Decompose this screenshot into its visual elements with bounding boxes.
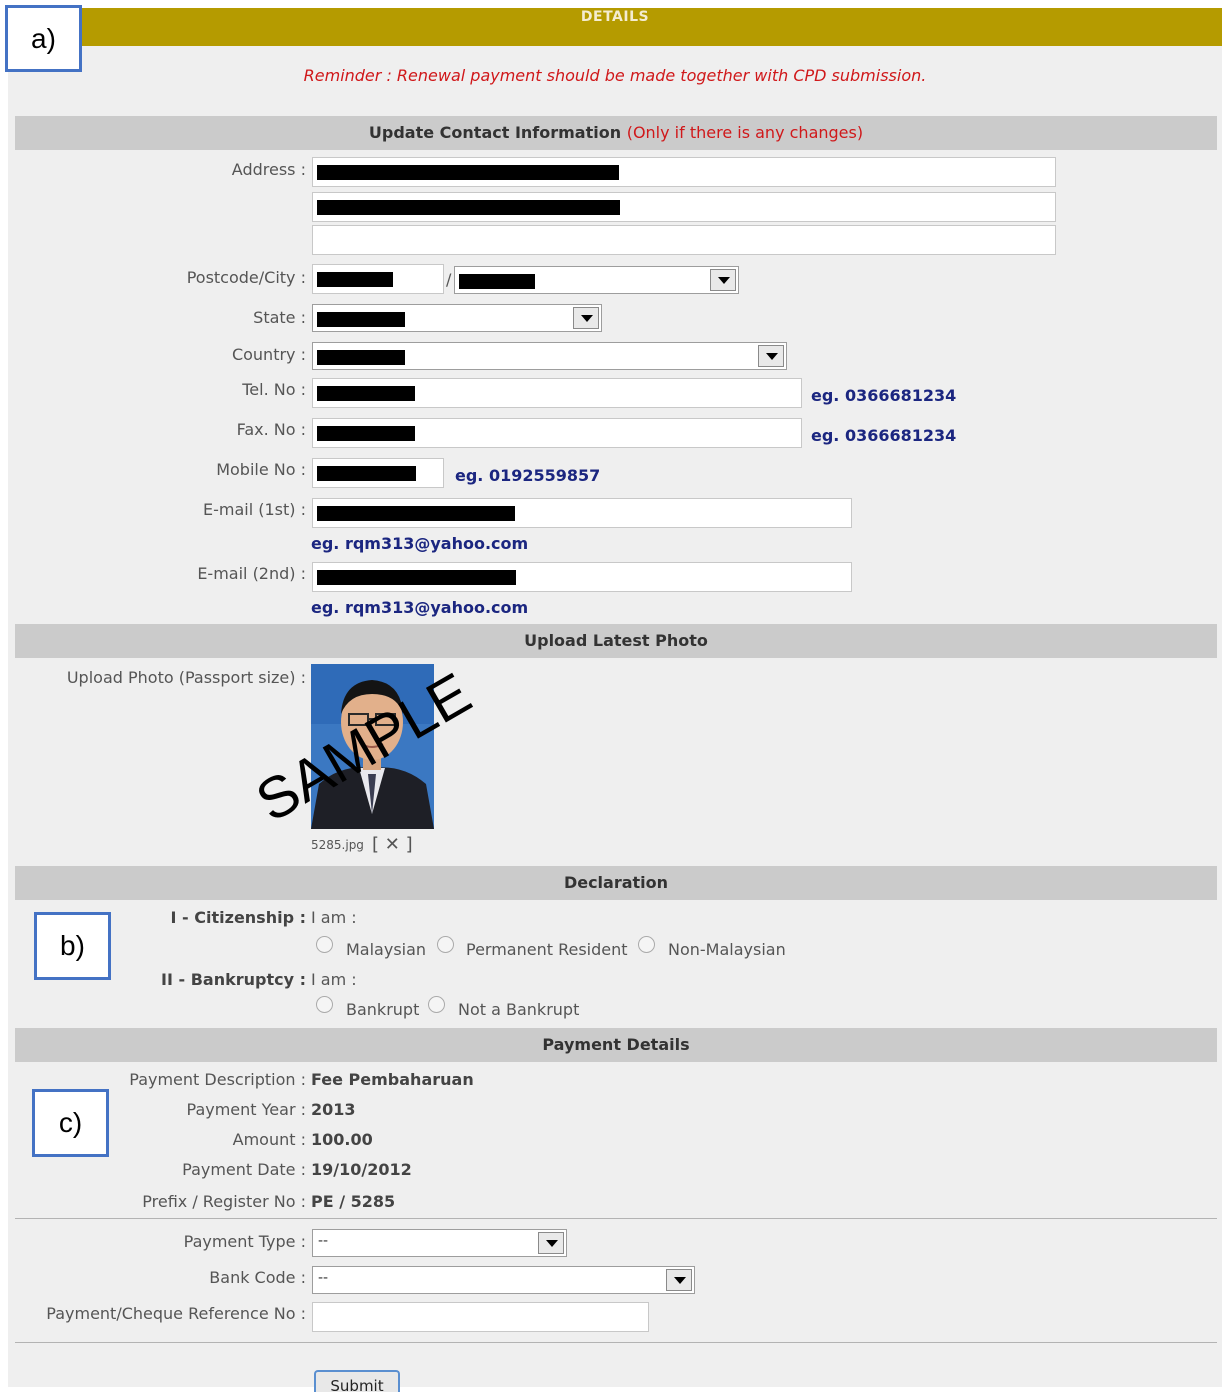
fax-label: Fax. No :	[236, 420, 306, 439]
bankrupt-radio[interactable]	[316, 996, 333, 1013]
divider	[15, 1218, 1217, 1219]
postcode-city-label: Postcode/City :	[186, 268, 306, 287]
section-photo-header: Upload Latest Photo	[15, 624, 1217, 658]
bank-code-label: Bank Code :	[209, 1268, 306, 1287]
citizenship-malaysian-radio[interactable]	[316, 936, 333, 953]
address-line-3-input[interactable]	[312, 225, 1056, 255]
section-declaration-title: Declaration	[563, 873, 669, 892]
bankruptcy-label: II - Bankruptcy :	[161, 970, 306, 989]
address-line-2-input[interactable]	[312, 192, 1056, 222]
citizenship-option-malaysian: Malaysian	[346, 940, 427, 959]
callout-b: b)	[34, 912, 111, 980]
citizenship-label: I - Citizenship :	[170, 908, 306, 927]
postcode-city-separator: /	[446, 270, 452, 289]
section-declaration-header: Declaration	[15, 866, 1217, 900]
section-contact-header: Update Contact Information (Only if ther…	[15, 116, 1217, 150]
page-title: DETAILS	[580, 9, 650, 25]
mobile-label: Mobile No :	[216, 460, 306, 479]
chevron-down-icon[interactable]	[538, 1232, 564, 1254]
bank-code-select[interactable]: --	[312, 1266, 695, 1294]
fax-input[interactable]	[312, 418, 802, 448]
bankruptcy-option-bankrupt: Bankrupt	[346, 1000, 420, 1019]
reminder-text: Reminder : Renewal payment should be mad…	[303, 66, 927, 85]
chevron-down-icon[interactable]	[710, 269, 736, 291]
tel-input[interactable]	[312, 378, 802, 408]
callout-c: c)	[32, 1089, 109, 1157]
bracket-close: ]	[405, 834, 413, 855]
address-label: Address :	[231, 160, 306, 179]
address-line-1-input[interactable]	[312, 157, 1056, 187]
citizenship-prompt: I am :	[311, 908, 357, 927]
payment-date-value: 19/10/2012	[311, 1160, 412, 1179]
callout-a: a)	[5, 5, 82, 72]
bracket-open: [	[372, 834, 380, 855]
email2-input[interactable]	[312, 562, 852, 592]
section-payment-title: Payment Details	[542, 1035, 690, 1054]
mobile-hint: eg. 0192559857	[455, 466, 601, 485]
email1-label: E-mail (1st) :	[203, 500, 306, 519]
submit-button[interactable]: Submit	[314, 1370, 400, 1392]
payment-type-label: Payment Type :	[183, 1232, 306, 1251]
chevron-down-icon[interactable]	[758, 345, 784, 367]
tel-label: Tel. No :	[242, 380, 306, 399]
payment-year-value: 2013	[311, 1100, 356, 1119]
not-bankrupt-radio[interactable]	[428, 996, 445, 1013]
tel-hint: eg. 0366681234	[811, 386, 957, 405]
register-no-value: PE / 5285	[311, 1192, 396, 1211]
bankruptcy-option-not-bankrupt: Not a Bankrupt	[458, 1000, 580, 1019]
amount-label: Amount :	[232, 1130, 306, 1149]
payment-type-select[interactable]: --	[312, 1229, 567, 1257]
delete-photo-link[interactable]: [ ✕ ]	[372, 834, 413, 855]
payment-date-label: Payment Date :	[182, 1160, 306, 1179]
chevron-down-icon[interactable]	[666, 1269, 692, 1291]
city-select[interactable]	[454, 266, 739, 294]
payment-description-value: Fee Pembaharuan	[311, 1070, 474, 1089]
citizenship-option-non-malaysian: Non-Malaysian	[668, 940, 786, 959]
payment-type-value: --	[318, 1233, 329, 1249]
section-contact-note: (Only if there is any changes)	[626, 123, 864, 142]
email2-label: E-mail (2nd) :	[197, 564, 306, 583]
state-select[interactable]	[312, 304, 602, 332]
citizenship-non-malaysian-radio[interactable]	[638, 936, 655, 953]
email1-input[interactable]	[312, 498, 852, 528]
chevron-down-icon[interactable]	[573, 307, 599, 329]
bankruptcy-prompt: I am :	[311, 970, 357, 989]
register-no-label: Prefix / Register No :	[142, 1192, 306, 1211]
section-contact-title: Update Contact Information	[368, 123, 622, 142]
photo-filename: 5285.jpg	[311, 838, 364, 852]
reference-no-label: Payment/Cheque Reference No :	[46, 1304, 306, 1323]
payment-description-label: Payment Description :	[129, 1070, 306, 1089]
details-panel: DETAILS Reminder : Renewal payment shoul…	[5, 5, 1222, 1392]
citizenship-permanent-resident-radio[interactable]	[437, 936, 454, 953]
reference-no-input[interactable]	[312, 1302, 649, 1332]
divider	[15, 1342, 1217, 1343]
state-label: State :	[253, 308, 306, 327]
upload-photo-label: Upload Photo (Passport size) :	[66, 668, 306, 687]
amount-value: 100.00	[311, 1130, 373, 1149]
section-photo-title: Upload Latest Photo	[524, 631, 708, 650]
title-bar: DETAILS	[8, 8, 1222, 46]
bank-code-value: --	[318, 1270, 329, 1286]
email2-hint: eg. rqm313@yahoo.com	[311, 598, 529, 617]
fax-hint: eg. 0366681234	[811, 426, 957, 445]
country-select[interactable]	[312, 342, 787, 370]
country-label: Country :	[231, 345, 306, 364]
postcode-input[interactable]	[312, 264, 444, 294]
email1-hint: eg. rqm313@yahoo.com	[311, 534, 529, 553]
section-payment-header: Payment Details	[15, 1028, 1217, 1062]
mobile-input[interactable]	[312, 458, 444, 488]
citizenship-option-permanent-resident: Permanent Resident	[466, 940, 628, 959]
payment-year-label: Payment Year :	[186, 1100, 306, 1119]
close-icon[interactable]: ✕	[385, 834, 400, 855]
